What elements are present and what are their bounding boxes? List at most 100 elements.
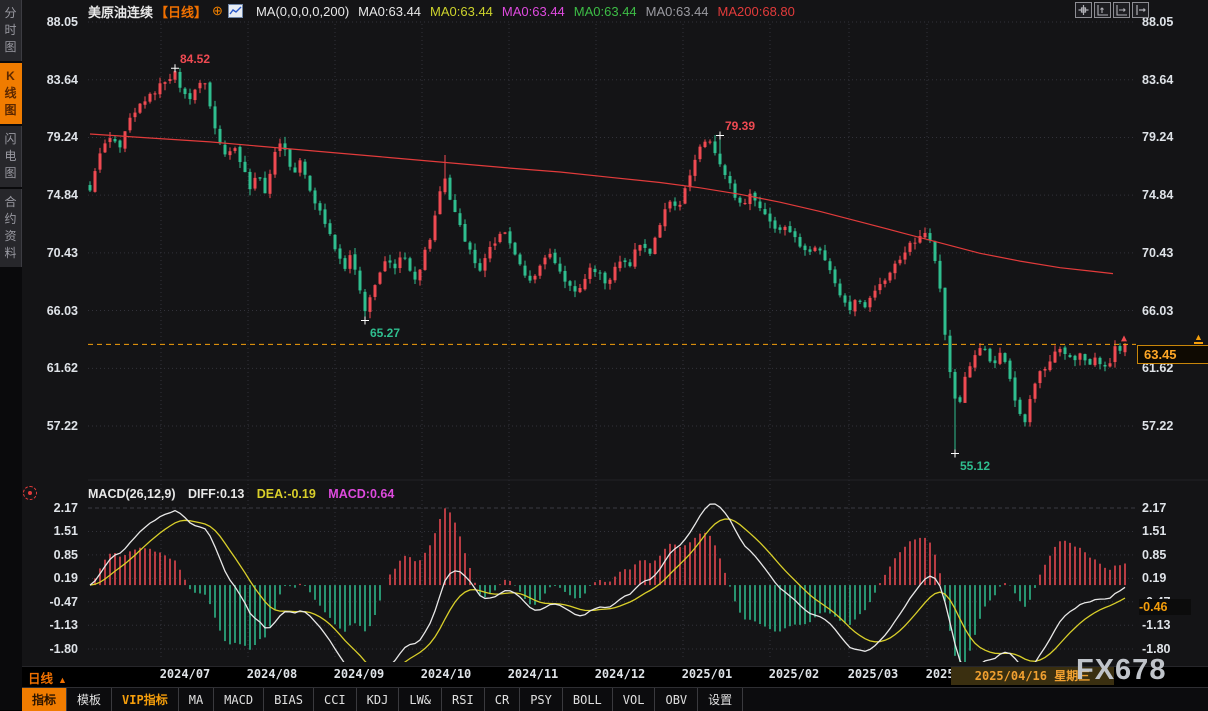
- add-indicator-icon[interactable]: ⊕: [212, 3, 223, 19]
- x-axis-label: 2025/01: [672, 667, 742, 681]
- macd-indicator-header: MACD(26,12,9) DIFF:0.13 DEA:-0.19 MACD:0…: [88, 487, 394, 501]
- macd-y-tick-right: -1.13: [1142, 617, 1202, 633]
- pane-shift-icon[interactable]: [1132, 2, 1149, 18]
- macd-y-tick-left: 1.51: [18, 523, 78, 539]
- main-y-tick-right: 74.84: [1142, 187, 1202, 203]
- main-y-tick-left: 83.64: [18, 72, 78, 88]
- chart-header: 美原油连续 【日线】 ⊕ MA(0,0,0,0,200) MA0:63.44MA…: [88, 3, 795, 19]
- extreme-cross-marker: [716, 131, 724, 139]
- macd-y-tick-left: 2.17: [18, 500, 78, 516]
- indicator-tab-BIAS[interactable]: BIAS: [264, 688, 314, 711]
- indicator-tab-设置[interactable]: 设置: [698, 688, 743, 711]
- main-y-tick-right: 66.03: [1142, 303, 1202, 319]
- ma-value: MA0:63.44: [430, 4, 493, 19]
- ma200-line: [90, 134, 1113, 274]
- main-y-tick-right: 70.43: [1142, 245, 1202, 261]
- macd-y-tick-right: 0.85: [1142, 547, 1202, 563]
- sidebar-tab-1[interactable]: 分时图: [0, 0, 22, 61]
- main-y-tick-left: 61.62: [18, 360, 78, 376]
- extreme-cross-marker: [361, 317, 369, 325]
- macd-y-tick-left: -0.47: [18, 594, 78, 610]
- ma-value: MA0:63.44: [574, 4, 637, 19]
- indicator-tab-RSI[interactable]: RSI: [442, 688, 485, 711]
- macd-y-tick-left: -1.80: [18, 641, 78, 657]
- indicator-tab-VOL[interactable]: VOL: [613, 688, 656, 711]
- ma-value: MA0:63.44: [502, 4, 565, 19]
- main-y-tick-right: 57.22: [1142, 418, 1202, 434]
- indicator-tab-bar: 指标模板VIP指标MAMACDBIASCCIKDJLW&RSICRPSYBOLL…: [22, 687, 1208, 711]
- chevron-up-icon: ▲: [58, 675, 67, 685]
- macd-y-tick-left: 0.85: [18, 547, 78, 563]
- left-sidebar: 分时图K线图闪电图合约资料: [0, 0, 22, 710]
- main-y-tick-left: 66.03: [18, 303, 78, 319]
- indicator-target-icon[interactable]: [23, 486, 37, 500]
- indicator-tab-PSY[interactable]: PSY: [520, 688, 563, 711]
- macd-layer: [90, 504, 1125, 687]
- x-axis-label: 2024/07: [150, 667, 220, 681]
- indicator-tab-BOLL[interactable]: BOLL: [563, 688, 613, 711]
- main-y-tick-left: 79.24: [18, 129, 78, 145]
- x-axis-label: 2024/08: [237, 667, 307, 681]
- price-annotation: 84.52: [180, 52, 210, 66]
- window-toolbar: [1075, 2, 1149, 18]
- macd-y-tick-left: 0.19: [18, 570, 78, 586]
- macd-y-tick-right: 2.17: [1142, 500, 1202, 516]
- macd-histogram: [95, 508, 1125, 668]
- last-tick-arrow-icon: [1121, 335, 1127, 341]
- x-axis-label: 2025/03: [838, 667, 908, 681]
- main-y-tick-right: 88.05: [1142, 14, 1202, 30]
- price-annotation: 79.39: [725, 119, 755, 133]
- x-axis-label: 2024/09: [324, 667, 394, 681]
- brand-watermark: FX678: [1076, 654, 1166, 687]
- indicator-tab-模板[interactable]: 模板: [67, 688, 112, 711]
- indicator-tab-MACD[interactable]: MACD: [214, 688, 264, 711]
- macd-hist-value: MACD:0.64: [328, 487, 394, 501]
- indicator-tab-CCI[interactable]: CCI: [314, 688, 357, 711]
- macd-dea-value: DEA:-0.19: [257, 487, 316, 501]
- latest-price-arrow-icon[interactable]: ▲: [1194, 333, 1203, 344]
- sidebar-tab-2[interactable]: K线图: [0, 63, 22, 124]
- x-axis-label: 2024/10: [411, 667, 481, 681]
- main-y-tick-left: 88.05: [18, 14, 78, 30]
- ma-value: MA0:63.44: [358, 4, 421, 19]
- period-selector[interactable]: 日线 ▲: [28, 668, 67, 687]
- fit-left-axis-icon[interactable]: [1094, 2, 1111, 18]
- extreme-cross-marker: [171, 64, 179, 72]
- sidebar-tab-4[interactable]: 合约资料: [0, 189, 22, 267]
- indicator-tab-OBV[interactable]: OBV: [655, 688, 698, 711]
- ma-value: MA0:63.44: [646, 4, 709, 19]
- main-y-tick-right: 79.24: [1142, 129, 1202, 145]
- sidebar-tab-3[interactable]: 闪电图: [0, 126, 22, 187]
- x-axis-label: 2024/11: [498, 667, 568, 681]
- crosshair-move-icon[interactable]: [1075, 2, 1092, 18]
- macd-y-tick-right: 0.19: [1142, 570, 1202, 586]
- grid-layer: [88, 22, 1208, 660]
- price-annotation: 55.12: [960, 459, 990, 473]
- indicator-tab-VIP指标[interactable]: VIP指标: [112, 688, 179, 711]
- macd-current-badge: -0.46: [1139, 599, 1191, 615]
- main-y-tick-right: 83.64: [1142, 72, 1202, 88]
- main-y-tick-left: 57.22: [18, 418, 78, 434]
- period-tag: 【日线】: [155, 2, 207, 21]
- indicator-tab-指标[interactable]: 指标: [22, 688, 67, 711]
- mini-chart-icon[interactable]: [228, 4, 243, 18]
- indicator-tab-LW&[interactable]: LW&: [399, 688, 442, 711]
- price-annotation: 65.27: [370, 326, 400, 340]
- main-y-tick-left: 70.43: [18, 245, 78, 261]
- indicator-tab-MA[interactable]: MA: [179, 688, 214, 711]
- ma-value: MA200:68.80: [718, 4, 795, 19]
- period-selector-label: 日线: [28, 672, 53, 686]
- macd-y-tick-left: -1.13: [18, 617, 78, 633]
- chart-canvas[interactable]: [0, 0, 1208, 710]
- fit-bottom-axis-icon[interactable]: [1113, 2, 1130, 18]
- main-y-tick-left: 74.84: [18, 187, 78, 203]
- current-price-badge: 63.45: [1137, 345, 1208, 364]
- indicator-tab-KDJ[interactable]: KDJ: [357, 688, 400, 711]
- extreme-cross-marker: [951, 450, 959, 458]
- indicator-tab-CR[interactable]: CR: [485, 688, 520, 711]
- macd-diff-value: DIFF:0.13: [188, 487, 244, 501]
- ma-values: MA0:63.44 MA0:63.44 MA0:63.44 MA0:63.44 MA0:…: [349, 4, 795, 19]
- ma-settings: MA(0,0,0,0,200): [256, 4, 349, 19]
- x-axis-label: 2025/02: [759, 667, 829, 681]
- macd-y-tick-right: 1.51: [1142, 523, 1202, 539]
